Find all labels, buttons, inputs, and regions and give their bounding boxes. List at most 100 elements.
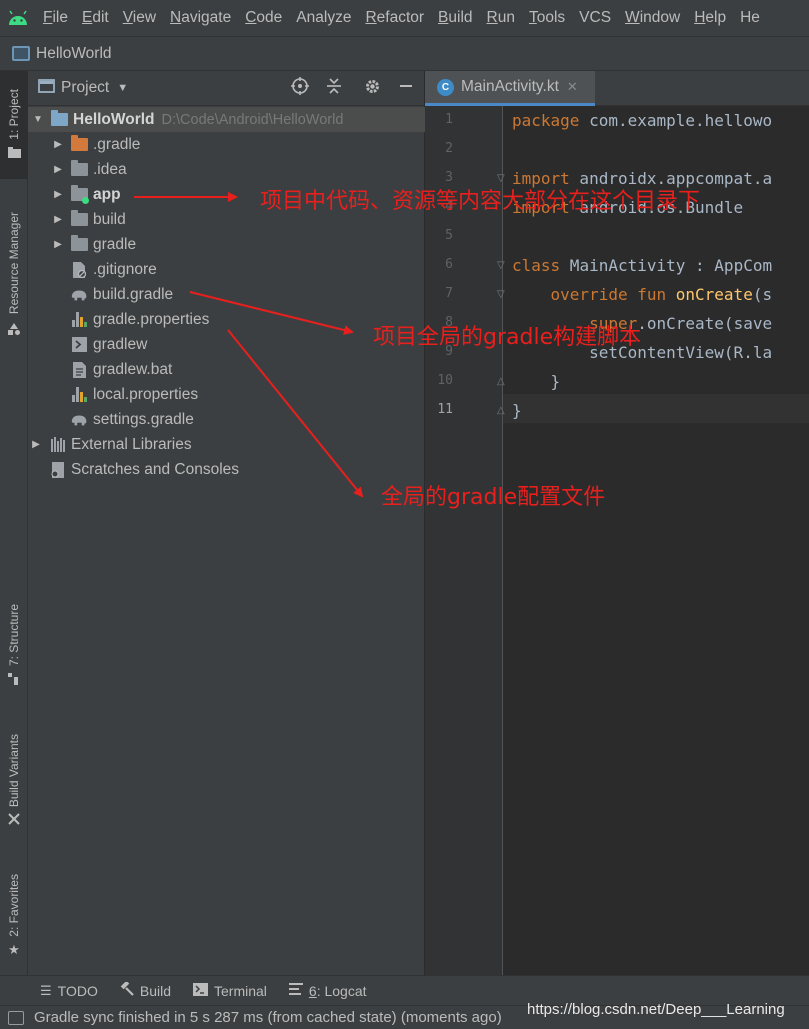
menu-code[interactable]: Code — [238, 9, 289, 27]
tree-item-gradlew[interactable]: gradlew — [28, 332, 425, 357]
fold-marker-icon[interactable]: △ — [497, 405, 505, 416]
chevron-down-icon[interactable]: ▼ — [117, 82, 128, 94]
menu-tools[interactable]: Tools — [522, 9, 572, 27]
ignore-file-icon — [70, 261, 88, 278]
minimize-icon[interactable] — [396, 79, 416, 98]
tree-item-label: settings.gradle — [93, 410, 194, 428]
breadcrumb-project[interactable]: HelloWorld — [36, 45, 112, 63]
annotation-build-gradle: 项目全局的gradle构建脚本 — [373, 325, 642, 350]
menu-build-label: uild — [448, 9, 473, 26]
menu-window[interactable]: Window — [618, 9, 687, 27]
menu-run[interactable]: Run — [480, 9, 522, 27]
menu-refactor[interactable]: Refactor — [358, 9, 431, 27]
tree-item-external-libraries[interactable]: ▶ External Libraries — [28, 432, 425, 457]
window-title-truncated: He — [733, 9, 767, 27]
menu-help-label: elp — [705, 9, 727, 26]
tab-mainactivity[interactable]: C MainActivity.kt ✕ — [425, 71, 595, 106]
fold-marker-icon[interactable]: ▽ — [497, 260, 505, 271]
module-folder-icon — [50, 110, 68, 128]
tree-item-gradle-dir[interactable]: ▶ .gradle — [28, 132, 425, 157]
tree-item-gradlew-bat[interactable]: gradlew.bat — [28, 357, 425, 382]
tree-item-label: app — [93, 185, 121, 203]
logcat-tool-button[interactable]: 6: Logcat — [288, 982, 367, 999]
todo-tool-button[interactable]: ☰ TODO — [40, 983, 98, 999]
project-view-icon — [38, 79, 55, 97]
line-number: 10 — [437, 373, 453, 388]
chevron-right-icon[interactable]: ▶ — [52, 139, 64, 150]
menu-build[interactable]: Build — [431, 9, 479, 27]
code-editor[interactable]: 1 2 3 4 5 6 7 8 9 10 11 ▽ ▽ ▽ △ △ packag… — [425, 106, 809, 975]
logcat-mnemonic: 6 — [308, 982, 317, 999]
tree-item-label: Scratches and Consoles — [71, 460, 240, 478]
navigation-bar: HelloWorld — [0, 36, 809, 71]
project-view-selector[interactable]: Project — [61, 79, 109, 97]
menu-view[interactable]: View — [116, 9, 163, 27]
terminal-tool-button[interactable]: Terminal — [193, 982, 267, 999]
menu-view-label: iew — [132, 9, 157, 26]
build-variants-icon — [8, 813, 20, 828]
scratches-icon — [49, 461, 67, 478]
menu-file[interactable]: File — [36, 9, 75, 27]
tree-item-local-properties[interactable]: local.properties — [28, 382, 425, 407]
chevron-right-icon[interactable]: ▶ — [52, 239, 64, 250]
project-tool-label: 1: Project — [7, 89, 21, 140]
tree-item-gradle-properties[interactable]: gradle.properties — [28, 307, 425, 332]
line-number: 7 — [445, 286, 453, 301]
menu-window-label: indow — [639, 9, 681, 26]
tab-label: MainActivity.kt — [461, 78, 559, 95]
project-path: D:\Code\Android\HelloWorld — [161, 111, 344, 128]
code-line-6: class MainActivity : AppCom — [512, 251, 772, 280]
chevron-down-icon[interactable]: ▼ — [32, 114, 44, 125]
gradle-elephant-icon — [70, 287, 88, 303]
menu-edit[interactable]: Edit — [75, 9, 116, 27]
line-number: 5 — [445, 228, 453, 243]
app-module-folder-icon — [70, 185, 89, 204]
tree-item-gitignore[interactable]: .gitignore — [28, 257, 425, 282]
annotation-gradle-properties: 全局的gradle配置文件 — [381, 485, 606, 510]
tree-item-label: build — [93, 210, 126, 228]
code-text: com.example.hellowo — [579, 111, 773, 130]
tree-item-gradle[interactable]: ▶ gradle — [28, 232, 425, 257]
tree-item-scratches[interactable]: Scratches and Consoles — [28, 457, 425, 482]
tree-item-label: HelloWorld — [73, 110, 155, 128]
menu-file-label: ile — [52, 9, 68, 26]
todo-label: TODO — [57, 982, 98, 999]
fold-marker-icon[interactable]: △ — [497, 376, 505, 387]
chevron-right-icon[interactable]: ▶ — [52, 164, 64, 175]
menu-bar: File Edit View Navigate Code Analyze Ref… — [0, 0, 809, 36]
locate-file-icon[interactable] — [290, 77, 310, 100]
tree-item-helloworld[interactable]: ▼ HelloWorld D:\Code\Android\HelloWorld — [28, 107, 425, 132]
menu-help[interactable]: Help — [687, 9, 733, 27]
menu-vcs[interactable]: VCS — [572, 9, 618, 27]
gear-icon[interactable] — [362, 78, 382, 100]
structure-tool-button[interactable]: 7: Structure — [0, 596, 28, 696]
chevron-right-icon[interactable]: ▶ — [30, 439, 42, 450]
android-studio-logo-icon — [0, 0, 36, 36]
tree-item-build-gradle[interactable]: build.gradle — [28, 282, 425, 307]
fold-marker-icon[interactable]: ▽ — [497, 289, 505, 300]
build-tool-button[interactable]: Build — [120, 980, 171, 999]
chevron-right-icon[interactable]: ▶ — [52, 214, 64, 225]
close-icon[interactable]: ✕ — [567, 79, 578, 95]
menu-tools-label: ools — [536, 9, 566, 26]
tree-item-label: .gitignore — [93, 260, 157, 278]
tree-item-label: gradlew.bat — [93, 360, 173, 378]
collapse-all-icon[interactable] — [324, 77, 344, 100]
chevron-right-icon[interactable]: ▶ — [52, 189, 64, 200]
project-tool-button[interactable]: 1: Project — [0, 71, 28, 179]
menu-analyze[interactable]: Analyze — [289, 9, 358, 27]
resource-manager-tool-button[interactable]: Resource Manager — [0, 201, 28, 349]
menu-vcs-label: VCS — [579, 9, 612, 26]
editor-tab-bar: C MainActivity.kt ✕ — [425, 71, 809, 106]
properties-file-icon — [70, 387, 88, 403]
favorites-tool-button[interactable]: 2: Favorites ★ — [0, 866, 28, 966]
tree-item-settings-gradle[interactable]: settings.gradle — [28, 407, 425, 432]
tree-item-idea[interactable]: ▶ .idea — [28, 157, 425, 182]
menu-help-mnemonic: H — [694, 9, 706, 26]
build-variants-tool-button[interactable]: Build Variants — [0, 726, 28, 836]
menu-analyze-label: Analyze — [296, 9, 352, 26]
favorites-label: 2: Favorites — [7, 873, 21, 937]
tool-windows-toggle-icon[interactable] — [8, 1010, 24, 1025]
menu-navigate[interactable]: Navigate — [163, 9, 238, 27]
code-text: } — [512, 401, 522, 420]
